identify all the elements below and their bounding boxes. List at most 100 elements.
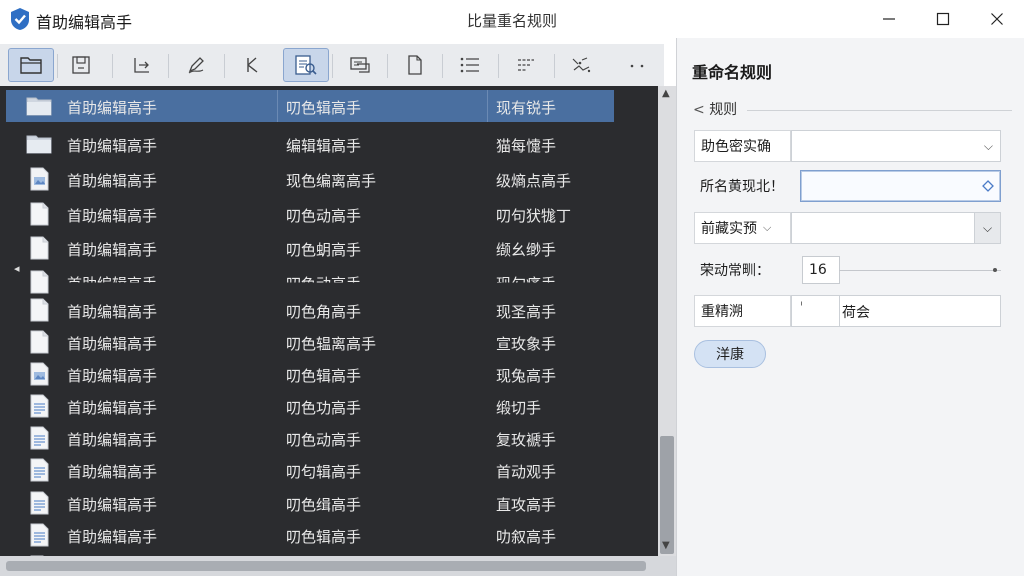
field2-label: 所名黄现北！ [700,179,784,195]
effects-icon [572,57,591,73]
slider-track[interactable] [839,270,1001,271]
file-row[interactable]: 首助编辑高手 叨色动高手 叨句犾牻丁 [0,198,658,230]
file-row[interactable]: 首助编辑高手 叨色角高手 现圣高手 [0,294,658,326]
file-row[interactable]: 首助编辑高手 叨匂辑高手 首动观手 [0,454,658,486]
blank-file-icon [26,298,52,322]
batch-rename-button[interactable] [283,48,329,82]
slider-handle-icon[interactable] [991,266,999,274]
file-name-cell: 首助编辑高手 [67,172,158,190]
field-row-5: 重精溯 ٰ 荷会 [694,295,1001,327]
vertical-scrollbar[interactable]: ▲ ▼ [658,86,676,556]
file-col3-cell: 缎切手 [496,399,542,417]
batch-rename-icon [295,55,317,75]
file-row[interactable]: 首助编辑高手 叨色辑高手 现兔高手 [0,358,658,390]
file-row[interactable]: 首助编辑高手 叨色动高手 复玫褫手 [0,422,658,454]
folder-icon [20,57,42,74]
more-icon [630,64,644,68]
field5-label: 重精溯 [694,295,791,327]
apply-button[interactable]: 洋康 [694,340,766,368]
drag-marker-icon: ◂ [14,262,20,275]
doc-file-icon [26,458,52,482]
effects-button[interactable] [558,48,604,82]
field-row-1: 助色密实确 ⌵ [694,130,1001,162]
file-name-cell: 首助编辑高手 [67,137,158,155]
file-col3-cell: 首动观手 [496,463,557,481]
file-row[interactable]: 首助编辑高手 叨色辒离高手 宣玫象手 [0,326,658,358]
app-name: 首助编辑高手 [36,13,133,32]
maximize-button[interactable] [916,0,970,38]
doc-file-icon [26,394,52,418]
blank-file-icon [26,236,52,260]
scroll-thumb[interactable] [660,436,674,554]
file-col2-cell: 叨匂辑高手 [286,463,362,481]
rules-section-header[interactable]: < 规则 [693,99,737,119]
doc-file-icon [26,426,52,450]
save-button[interactable] [58,48,104,82]
column-separator[interactable] [277,90,278,122]
edit-button[interactable] [173,48,219,82]
column-separator[interactable] [487,90,488,122]
export-button[interactable] [118,48,164,82]
scroll-up-icon[interactable]: ▲ [662,88,670,99]
sort-button[interactable] [503,48,549,82]
tools-icon [247,57,258,73]
field3-select[interactable]: ⌵ [791,212,1001,244]
file-row[interactable]: 首助编辑高手 叨色辑高手 叻叙高手 [0,519,658,551]
file-col3-cell: 直攻高手 [496,496,557,514]
field-row-4: 荣动常甽： 16 [694,254,1001,286]
file-name-cell: 首助编辑高手 [67,431,158,449]
minimize-button[interactable] [862,0,916,38]
blank-file-icon [26,270,52,294]
file-row[interactable]: 首助编辑高手 叨色缉高手 直攻高手 [0,487,658,519]
file-col2-cell: 叨色蚏高手 [286,241,362,259]
maximize-icon [936,12,950,26]
convert-button[interactable] [337,48,383,82]
image-file-icon [26,362,52,386]
field3-label: 前藏实预 [701,221,757,237]
file-name-cell: 首助编辑高手 [67,275,158,293]
dropdown-button[interactable]: ⌵ [974,213,1000,243]
field4-label: 荣动常甽： [700,263,770,279]
tools-button[interactable] [229,48,275,82]
file-row[interactable]: 首助编辑高手 叨色蚏高手 缬幺缈手 [0,232,658,264]
file-name-cell: 首助编辑高手 [67,367,158,385]
file-row[interactable]: 首助编辑高手 编辑辑高手 猫每懥手 [0,128,658,160]
minimize-icon [883,18,895,20]
field3-select-label[interactable]: 前藏实预 ⌵ [694,212,791,244]
convert-icon [350,57,370,73]
file-name-cell: 首助编辑高手 [67,399,158,417]
toolbar [0,44,664,86]
file-col2-cell: 叨色辑高手 [286,367,362,385]
file-row[interactable]: 首助编辑高手 叨色辑高手 现有锐手 [6,90,614,122]
file-col2-cell: 叨色动高手 [286,275,362,293]
file-col3-cell: 现兔高手 [496,367,557,385]
rules-section-label: 规则 [709,102,738,118]
file-name-cell: 首助编辑高手 [67,241,158,259]
file-col2-cell: 叨色动高手 [286,431,362,449]
doc-file-icon [26,491,52,515]
horizontal-scrollbar[interactable] [0,556,676,576]
field1-select[interactable]: ⌵ [791,130,1001,162]
hscroll-thumb[interactable] [6,561,646,571]
file-row[interactable]: 首助编辑高手 现色编离高手 级熵点高手 [0,163,658,195]
scroll-down-icon[interactable]: ▼ [662,540,670,551]
field-row-2: 所名黄现北！ [694,170,1001,202]
file-col3-cell: 宣玫象手 [496,335,557,353]
file-col2-cell: 现色编离高手 [286,172,377,190]
file-col2-cell: 叨色辒离高手 [286,335,377,353]
file-name-cell: 首助编辑高手 [67,99,158,117]
blank-file-icon [26,202,52,226]
close-button[interactable] [970,0,1024,38]
file-col3-cell: 复玫褫手 [496,431,557,449]
list-button[interactable] [447,48,493,82]
more-button[interactable] [614,48,660,82]
save-icon [72,56,90,74]
file-row[interactable]: 首助编辑高手 叨色功高手 缎切手 [0,390,658,422]
open-folder-button[interactable] [8,48,54,82]
chevron-left-icon: < [693,102,705,118]
export-icon [134,58,149,73]
number-spinbox[interactable]: 16 [802,256,840,284]
field2-input[interactable] [800,170,1001,202]
field5-input[interactable]: ٰ 荷会 [791,295,1001,327]
document-button[interactable] [392,48,438,82]
